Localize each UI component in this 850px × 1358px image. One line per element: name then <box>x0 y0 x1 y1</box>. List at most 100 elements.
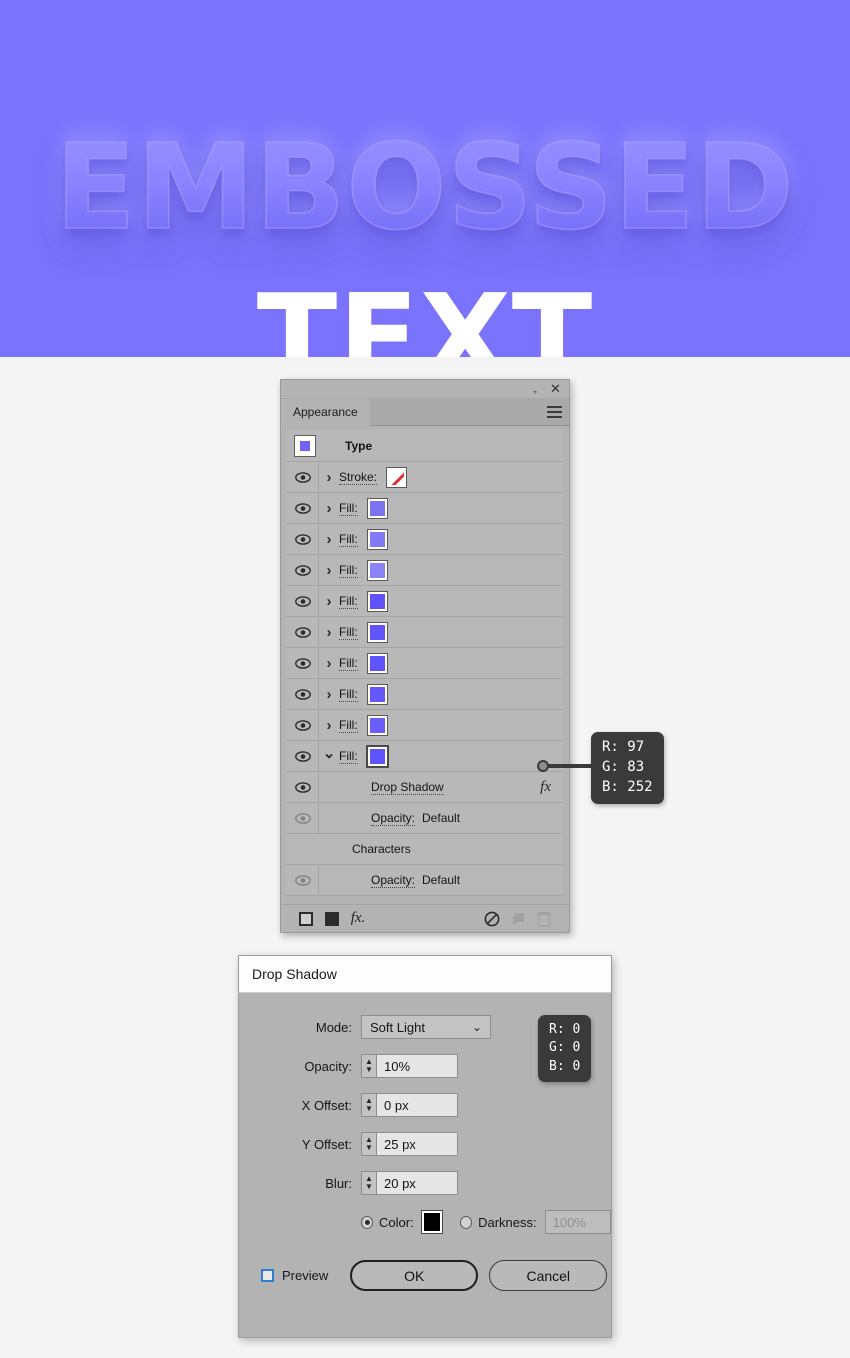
row-label[interactable]: Fill: <box>339 532 358 547</box>
appearance-row-effect-drop-shadow[interactable]: Drop Shadow fx <box>287 772 563 803</box>
visibility-toggle[interactable] <box>287 648 319 678</box>
tooltip-g: G: 83 <box>602 758 645 775</box>
preview-checkbox[interactable] <box>261 1269 274 1282</box>
row-label[interactable]: Fill: <box>339 687 358 702</box>
opacity-value: Default <box>422 811 461 825</box>
duplicate-item-icon[interactable] <box>505 910 531 928</box>
fill-swatch[interactable] <box>366 528 388 550</box>
opacity-label[interactable]: Opacity: <box>371 873 416 888</box>
row-label[interactable]: Fill: <box>339 718 358 733</box>
row-label[interactable]: Fill: <box>339 656 358 671</box>
blur-input[interactable]: 20 px <box>376 1171 458 1195</box>
appearance-row-fill[interactable]: Fill: <box>287 555 563 586</box>
appearance-row-opacity[interactable]: Opacity: Default <box>287 803 563 834</box>
visibility-toggle[interactable] <box>287 555 319 585</box>
fill-swatch[interactable] <box>366 683 388 705</box>
appearance-row-fill[interactable]: Fill: <box>287 648 563 679</box>
fill-swatch[interactable] <box>366 559 388 581</box>
stroke-swatch-none[interactable] <box>386 466 408 488</box>
visibility-toggle[interactable] <box>287 772 319 802</box>
yoffset-stepper[interactable]: ▲ ▼ <box>361 1132 376 1156</box>
appearance-row-fill[interactable]: Fill: <box>287 710 563 741</box>
row-label[interactable]: Fill: <box>339 625 358 640</box>
fill-swatch[interactable] <box>366 590 388 612</box>
appearance-target-row[interactable]: Type <box>287 430 563 462</box>
object-thumbnail <box>294 434 316 457</box>
darkness-value: 100% <box>552 1214 586 1230</box>
visibility-toggle[interactable] <box>287 803 319 833</box>
opacity-value: Default <box>422 873 461 887</box>
row-label[interactable]: Fill: <box>339 563 358 578</box>
collapse-arrow-icon[interactable] <box>319 747 339 765</box>
row-label[interactable]: Fill: <box>339 749 358 764</box>
blur-label: Blur: <box>325 1175 352 1191</box>
expand-arrow-icon[interactable] <box>319 593 339 610</box>
fill-swatch[interactable] <box>366 652 388 674</box>
fx-icon[interactable]: fx <box>540 779 551 796</box>
row-label[interactable]: Stroke: <box>339 470 378 485</box>
yoffset-input[interactable]: 25 px <box>376 1132 458 1156</box>
visibility-toggle[interactable] <box>287 462 319 492</box>
yoffset-value: 25 px <box>384 1136 416 1152</box>
panel-menu-icon[interactable] <box>547 406 562 418</box>
add-new-stroke-icon[interactable] <box>293 910 319 928</box>
appearance-row-fill[interactable]: Fill: <box>287 617 563 648</box>
expand-arrow-icon[interactable] <box>319 531 339 548</box>
appearance-row-characters-opacity[interactable]: Opacity: Default <box>287 865 563 896</box>
expand-arrow-icon[interactable] <box>319 469 339 486</box>
expand-arrow-icon[interactable] <box>319 686 339 703</box>
color-callout-anchor <box>537 760 549 772</box>
ok-button[interactable]: OK <box>350 1260 479 1291</box>
opacity-stepper[interactable]: ▲ ▼ <box>361 1054 376 1078</box>
appearance-row-fill[interactable]: Fill: <box>287 679 563 710</box>
clear-appearance-icon[interactable] <box>479 910 505 928</box>
expand-arrow-icon[interactable] <box>319 562 339 579</box>
fill-swatch[interactable] <box>366 621 388 643</box>
fill-swatch-selected[interactable] <box>365 744 389 768</box>
opacity-label[interactable]: Opacity: <box>371 811 416 826</box>
visibility-toggle[interactable] <box>287 524 319 554</box>
tab-appearance[interactable]: Appearance <box>281 399 370 426</box>
darkness-radio[interactable] <box>460 1215 473 1229</box>
color-radio[interactable] <box>361 1215 374 1229</box>
row-label[interactable]: Fill: <box>339 501 358 516</box>
blur-stepper[interactable]: ▲ ▼ <box>361 1171 376 1195</box>
fill-swatch[interactable] <box>366 714 388 736</box>
eye-icon <box>294 533 311 545</box>
expand-arrow-icon[interactable] <box>319 717 339 734</box>
field-color-darkness: Color: Darkness: 100% <box>361 1210 611 1234</box>
svg-text:EMBOSSED: EMBOSSED <box>55 118 795 256</box>
appearance-row-fill[interactable]: Fill: <box>287 524 563 555</box>
visibility-toggle[interactable] <box>287 741 319 771</box>
visibility-toggle[interactable] <box>287 710 319 740</box>
appearance-row-fill[interactable]: Fill: <box>287 586 563 617</box>
visibility-toggle[interactable] <box>287 679 319 709</box>
add-new-effect-icon[interactable]: fx. <box>345 910 371 928</box>
mode-select[interactable]: Soft Light ⌄ <box>361 1015 491 1039</box>
opacity-input[interactable]: 10% <box>376 1054 458 1078</box>
visibility-toggle[interactable] <box>287 493 319 523</box>
add-new-fill-icon[interactable] <box>319 910 345 928</box>
xoffset-input[interactable]: 0 px <box>376 1093 458 1117</box>
darkness-input[interactable]: 100% <box>544 1210 611 1234</box>
visibility-toggle[interactable] <box>287 865 319 895</box>
expand-arrow-icon[interactable] <box>319 500 339 517</box>
row-label[interactable]: Fill: <box>339 594 358 609</box>
fill-swatch[interactable] <box>366 497 388 519</box>
appearance-row-stroke[interactable]: Stroke: <box>287 462 563 493</box>
effect-label[interactable]: Drop Shadow <box>371 780 444 795</box>
appearance-row-fill-selected[interactable]: Fill: <box>287 741 563 772</box>
close-panel-icon[interactable]: ✕ <box>548 381 563 396</box>
shadow-color-swatch[interactable] <box>420 1210 444 1234</box>
expand-arrow-icon[interactable] <box>319 624 339 641</box>
expand-arrow-icon[interactable] <box>319 655 339 672</box>
visibility-toggle[interactable] <box>287 617 319 647</box>
collapse-panel-icon[interactable]: „ <box>528 383 542 396</box>
delete-item-icon[interactable] <box>531 910 557 928</box>
xoffset-stepper[interactable]: ▲ ▼ <box>361 1093 376 1117</box>
visibility-toggle[interactable] <box>287 586 319 616</box>
appearance-row-fill[interactable]: Fill: <box>287 493 563 524</box>
appearance-row-characters[interactable]: Characters <box>287 834 563 865</box>
preview-label: Preview <box>282 1268 329 1283</box>
cancel-button[interactable]: Cancel <box>489 1260 608 1291</box>
